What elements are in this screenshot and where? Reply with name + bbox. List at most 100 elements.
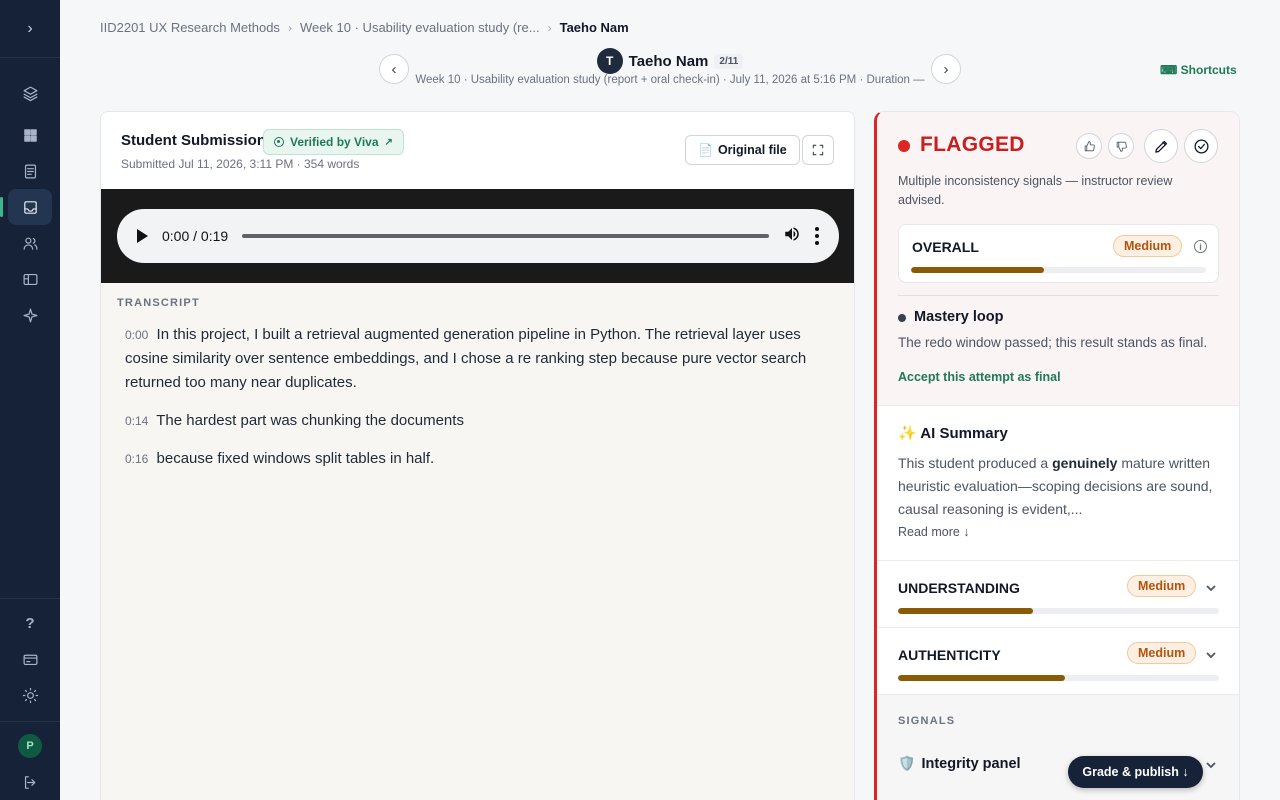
ai-summary-section: ✨ AI Summary This student produced a gen… bbox=[877, 406, 1239, 561]
student-header: ‹ T Taeho Nam 2/11 Week 10 · Usability e… bbox=[379, 48, 961, 92]
shortcuts-link[interactable]: ⌨ Shortcuts bbox=[1160, 63, 1237, 77]
audio-progress-bar[interactable] bbox=[242, 234, 769, 238]
thumbs-down-icon bbox=[1116, 141, 1127, 152]
segment-text: The hardest part was chunking the docume… bbox=[156, 412, 464, 429]
sparkle-icon bbox=[23, 308, 37, 322]
credit-card-icon bbox=[23, 654, 37, 665]
breadcrumb-course[interactable]: IID2201 UX Research Methods bbox=[100, 20, 280, 35]
submission-title: Student Submission bbox=[121, 132, 267, 149]
document-icon bbox=[24, 164, 36, 178]
breadcrumb-separator: › bbox=[287, 20, 292, 35]
authenticity-level-badge: Medium bbox=[1127, 642, 1197, 664]
sidebar-item-theme[interactable] bbox=[8, 677, 52, 713]
thumbs-up-button[interactable] bbox=[1076, 133, 1102, 159]
breadcrumb-separator: › bbox=[547, 20, 552, 35]
understanding-bar-fill bbox=[898, 608, 1033, 614]
pencil-icon bbox=[1154, 140, 1167, 153]
sidebar-item-logout[interactable] bbox=[8, 764, 52, 800]
authenticity-bar bbox=[898, 675, 1219, 681]
approve-button[interactable] bbox=[1184, 129, 1218, 163]
chevron-down-icon[interactable] bbox=[1205, 581, 1217, 593]
sidebar-item-gradebook[interactable] bbox=[8, 261, 52, 297]
chevron-right-icon: › bbox=[27, 19, 33, 37]
authenticity-label: AUTHENTICITY bbox=[898, 647, 1001, 663]
authenticity-bar-fill bbox=[898, 675, 1065, 681]
fullscreen-button[interactable] bbox=[802, 135, 834, 165]
student-position-badge: 2/11 bbox=[714, 53, 744, 69]
layers-icon bbox=[23, 86, 37, 101]
chevron-down-icon[interactable] bbox=[1205, 758, 1217, 770]
integrity-panel-label: Integrity panel bbox=[921, 755, 1021, 772]
review-panel: FLAGGED Multiple inconsistency signals —… bbox=[874, 111, 1240, 800]
submission-meta: Submitted Jul 11, 2026, 3:11 PM · 354 wo… bbox=[121, 157, 360, 171]
verified-label: Verified by Viva bbox=[290, 135, 379, 149]
sidebar-item-inbox[interactable] bbox=[0, 189, 52, 225]
inbox-icon bbox=[23, 200, 37, 214]
student-avatar: T bbox=[596, 48, 623, 74]
overall-bar-fill bbox=[911, 267, 1044, 273]
audio-player: 0:00 / 0:19 bbox=[117, 209, 839, 263]
segment-timestamp[interactable]: 0:00 bbox=[125, 328, 148, 342]
accept-final-link[interactable]: Accept this attempt as final bbox=[898, 370, 1061, 384]
verified-badge[interactable]: Verified by Viva ↗ bbox=[263, 129, 404, 155]
grid-icon bbox=[23, 128, 37, 142]
play-icon[interactable] bbox=[137, 229, 148, 243]
sidebar-item-documents[interactable] bbox=[8, 153, 52, 189]
edit-button[interactable] bbox=[1144, 129, 1178, 163]
segment-timestamp[interactable]: 0:14 bbox=[125, 414, 148, 428]
breadcrumb-assignment[interactable]: Week 10 · Usability evaluation study (re… bbox=[300, 20, 540, 35]
status-description: Multiple inconsistency signals — instruc… bbox=[898, 174, 1173, 207]
table-icon bbox=[23, 273, 37, 285]
segment-timestamp[interactable]: 0:16 bbox=[125, 452, 148, 466]
transcript-segment[interactable]: 0:00 In this project, I built a retrieva… bbox=[117, 323, 840, 395]
sidebar-item-students[interactable] bbox=[8, 225, 52, 261]
audio-player-container: 0:00 / 0:19 bbox=[101, 189, 854, 283]
breadcrumb-current: Taeho Nam bbox=[559, 20, 629, 35]
sidebar-item-ai[interactable] bbox=[8, 297, 52, 333]
original-file-button[interactable]: 📄 Original file bbox=[685, 135, 800, 165]
sidebar-item-layers[interactable] bbox=[8, 75, 52, 111]
mastery-description: The redo window passed; this result stan… bbox=[898, 335, 1208, 350]
understanding-level-badge: Medium bbox=[1127, 575, 1197, 597]
integrity-panel-toggle[interactable]: 🛡️ Integrity panel bbox=[898, 755, 1021, 772]
submission-panel: Student Submission Verified by Viva ↗ Su… bbox=[100, 111, 855, 800]
status-dot bbox=[898, 140, 910, 152]
authenticity-section[interactable]: AUTHENTICITY Medium bbox=[877, 628, 1239, 695]
info-icon[interactable]: i bbox=[1194, 240, 1207, 253]
overall-label: OVERALL bbox=[912, 239, 979, 255]
sidebar-expand-button[interactable]: › bbox=[0, 0, 60, 58]
sidebar-bottom: ? P bbox=[0, 598, 60, 800]
chevron-right-icon: › bbox=[943, 60, 949, 78]
original-file-label: Original file bbox=[717, 143, 787, 157]
help-icon: ? bbox=[25, 614, 35, 632]
student-name: Taeho Nam bbox=[628, 52, 709, 70]
chevron-down-icon[interactable] bbox=[1205, 648, 1217, 660]
transcript-segment[interactable]: 0:14 The hardest part was chunking the d… bbox=[117, 409, 840, 433]
sidebar-item-dashboard[interactable] bbox=[8, 117, 52, 153]
mastery-title: Mastery loop bbox=[914, 309, 1004, 325]
grade-publish-button[interactable]: Grade & publish ↓ bbox=[1068, 756, 1203, 788]
overall-level-badge: Medium bbox=[1113, 235, 1183, 257]
assignment-meta: Week 10 · Usability evaluation study (re… bbox=[415, 74, 925, 86]
sidebar-item-help[interactable]: ? bbox=[8, 605, 52, 641]
understanding-bar bbox=[898, 608, 1219, 614]
thumbs-down-button[interactable] bbox=[1108, 133, 1134, 159]
mastery-dot bbox=[898, 314, 906, 322]
transcript: TRANSCRIPT 0:00 In this project, I built… bbox=[101, 283, 854, 800]
signals-label: SIGNALS bbox=[898, 715, 956, 727]
external-link-icon: ↗ bbox=[384, 136, 393, 148]
thumbs-up-icon bbox=[1084, 140, 1095, 151]
volume-button[interactable] bbox=[783, 225, 801, 248]
sidebar-item-billing[interactable] bbox=[8, 641, 52, 677]
check-circle-icon bbox=[1193, 138, 1209, 154]
next-student-button[interactable]: › bbox=[931, 54, 961, 84]
more-options-icon[interactable] bbox=[815, 227, 819, 245]
file-icon: 📄 bbox=[698, 143, 713, 157]
transcript-segment[interactable]: 0:16 because fixed windows split tables … bbox=[117, 447, 840, 471]
read-more-link[interactable]: Read more ↓ bbox=[898, 525, 970, 539]
overall-card: OVERALL Medium i bbox=[898, 224, 1219, 283]
audio-time: 0:00 / 0:19 bbox=[162, 228, 229, 244]
user-avatar[interactable]: P bbox=[18, 734, 42, 758]
ai-summary-title: ✨ AI Summary bbox=[898, 425, 1008, 442]
understanding-section[interactable]: UNDERSTANDING Medium bbox=[877, 561, 1239, 628]
